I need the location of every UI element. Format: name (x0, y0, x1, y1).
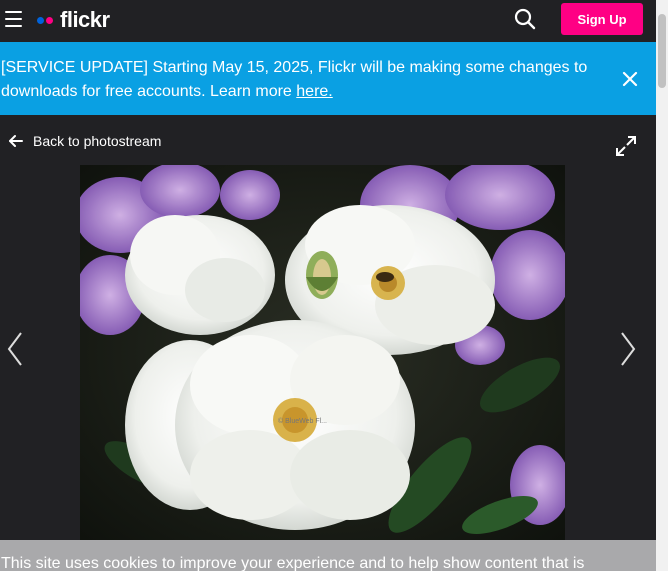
arrow-left-icon (9, 135, 23, 147)
hamburger-menu-icon[interactable] (5, 11, 22, 27)
banner-learn-more-link[interactable]: here. (296, 83, 332, 100)
logo-blue-dot (37, 16, 44, 24)
banner-message: [SERVICE UPDATE] Starting May 15, 2025, … (1, 59, 588, 100)
sign-up-button[interactable]: Sign Up (561, 3, 643, 35)
chevron-right-icon[interactable] (620, 331, 636, 367)
banner-text: [SERVICE UPDATE] Starting May 15, 2025, … (1, 56, 601, 104)
scrollbar-thumb[interactable] (658, 14, 666, 88)
cookie-text: This site uses cookies to improve your e… (1, 555, 585, 571)
main-photo: © BlueWeb Fl... (80, 165, 565, 540)
logo-pink-dot (46, 16, 53, 24)
search-icon[interactable] (514, 8, 536, 30)
expand-icon[interactable] (615, 135, 637, 157)
top-navigation-bar: flickr Sign Up (0, 0, 656, 42)
cookie-notice: This site uses cookies to improve your e… (0, 540, 656, 571)
page-scrollbar[interactable] (656, 0, 668, 571)
flickr-logo[interactable]: flickr (37, 6, 110, 34)
back-to-photostream-link[interactable]: Back to photostream (9, 131, 161, 151)
photo-watermark: © BlueWeb Fl... (278, 417, 327, 425)
service-update-banner: [SERVICE UPDATE] Starting May 15, 2025, … (0, 42, 656, 115)
back-label: Back to photostream (33, 133, 162, 149)
close-icon[interactable] (622, 71, 638, 87)
logo-text: flickr (60, 7, 110, 32)
chevron-left-icon[interactable] (7, 331, 23, 367)
